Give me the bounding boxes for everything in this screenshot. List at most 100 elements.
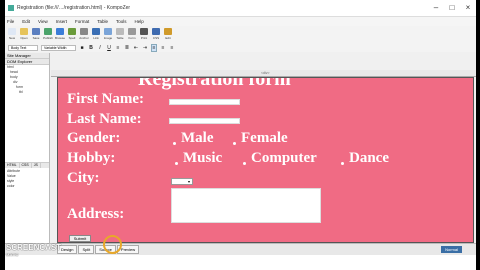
menu-insert[interactable]: Insert xyxy=(56,19,67,24)
open-icon xyxy=(20,28,28,35)
panel-tabs: HTML CSS JS xyxy=(5,162,49,168)
dom-tree: html head body div form tbl xyxy=(5,65,49,95)
first-name-input[interactable] xyxy=(169,99,240,105)
new-icon xyxy=(8,28,16,35)
align-center-button[interactable]: ≡ xyxy=(160,45,166,51)
toolbar-button-edit[interactable]: Edit xyxy=(162,26,174,44)
left-panel: Site Manager DOM Explorer html head body… xyxy=(5,53,50,243)
tab-js[interactable]: JS xyxy=(32,163,41,168)
toolbar-label: Anchor xyxy=(79,36,89,40)
publish-icon xyxy=(44,28,52,35)
view-tabs: Design Split Source Preview xyxy=(57,245,140,254)
indent-button[interactable]: ⇥ xyxy=(142,45,148,51)
editor-window: Registration (file:///…/registration.htm… xyxy=(5,0,476,270)
toolbar-label: CSS xyxy=(152,36,160,40)
female-radio[interactable] xyxy=(233,142,236,145)
toolbar-label: Form xyxy=(128,36,136,40)
app-icon xyxy=(8,5,14,11)
toolbar-button-open[interactable]: Open xyxy=(18,26,30,44)
menu-table[interactable]: Table xyxy=(97,19,108,24)
browse-icon xyxy=(56,28,64,35)
male-radio[interactable] xyxy=(173,142,176,145)
close-button[interactable]: × xyxy=(460,0,476,14)
outdent-button[interactable]: ⇤ xyxy=(133,45,139,51)
window-title: Registration (file:///…/registration.htm… xyxy=(17,5,131,11)
bottom-strip xyxy=(5,255,476,270)
maximize-button[interactable]: □ xyxy=(444,0,460,14)
chevron-down-icon: ▾ xyxy=(187,179,190,184)
attr-row: color xyxy=(7,184,15,188)
toolbar-button-browse[interactable]: Browse xyxy=(54,26,66,44)
number-list-button[interactable]: ≣ xyxy=(124,45,130,51)
toolbar-button-spell[interactable]: Spell xyxy=(66,26,78,44)
toolbar-label: Spell xyxy=(68,36,76,40)
toolbar-button-table[interactable]: Table xyxy=(114,26,126,44)
toolbar-label: Print xyxy=(140,36,148,40)
toolbar-label: Publish xyxy=(43,36,53,40)
underline-button[interactable]: U xyxy=(106,45,112,51)
toolbar-button-link[interactable]: Link xyxy=(90,26,102,44)
menu-bar: File Edit View Insert Format Table Tools… xyxy=(5,17,476,26)
form-icon xyxy=(128,28,136,35)
submit-button[interactable]: Submit xyxy=(69,235,91,242)
tab-css[interactable]: CSS xyxy=(20,163,32,168)
last-name-input[interactable] xyxy=(169,118,240,124)
bold-button[interactable]: B xyxy=(88,45,94,51)
right-black-bar xyxy=(476,0,480,270)
toolbar-label: Save xyxy=(32,36,40,40)
design-canvas[interactable]: Registration form First Name: Last Name:… xyxy=(57,77,474,243)
music-checkbox[interactable] xyxy=(175,162,178,165)
toolbar-button-anchor[interactable]: Anchor xyxy=(78,26,90,44)
menu-format[interactable]: Format xyxy=(75,19,89,24)
css-icon xyxy=(152,28,160,35)
tab-split[interactable]: Split xyxy=(78,245,95,254)
address-textarea[interactable] xyxy=(171,188,321,223)
paragraph-style-select[interactable]: Body Text xyxy=(8,45,38,51)
toolbar-button-print[interactable]: Print xyxy=(138,26,150,44)
hobby-label: Hobby: xyxy=(67,150,116,166)
dance-label: Dance xyxy=(349,150,389,166)
print-icon xyxy=(140,28,148,35)
first-name-label: First Name: xyxy=(67,91,145,107)
menu-edit[interactable]: Edit xyxy=(22,19,30,24)
toolbar-label: Browse xyxy=(54,36,65,40)
computer-checkbox[interactable] xyxy=(243,162,246,165)
edit-icon xyxy=(164,28,172,35)
spell-icon xyxy=(68,28,76,35)
toolbar-button-image[interactable]: Image xyxy=(102,26,114,44)
tree-item-tbl[interactable]: tbl xyxy=(7,90,49,95)
align-right-button[interactable]: ≡ xyxy=(169,45,175,51)
computer-label: Computer xyxy=(251,150,317,166)
dance-checkbox[interactable] xyxy=(341,162,344,165)
cursor-highlight xyxy=(103,235,122,254)
align-left-button[interactable]: ≡ xyxy=(151,44,157,52)
minimize-button[interactable]: – xyxy=(428,0,444,14)
menu-file[interactable]: File xyxy=(7,19,14,24)
last-name-label: Last Name: xyxy=(67,111,142,127)
toolbar-button-publish[interactable]: Publish xyxy=(42,26,54,44)
toolbar-label: Image xyxy=(103,36,113,40)
female-label: Female xyxy=(241,130,288,146)
toolbar-button-css[interactable]: CSS xyxy=(150,26,162,44)
form-heading: Registration form xyxy=(138,77,291,90)
menu-help[interactable]: Help xyxy=(135,19,144,24)
bullet-list-button[interactable]: ≡ xyxy=(115,45,121,51)
toolbar-button-save[interactable]: Save xyxy=(30,26,42,44)
tab-html[interactable]: HTML xyxy=(5,163,20,168)
status-bar: Design Split Source Preview Normal xyxy=(5,243,476,255)
font-select[interactable]: Variable Width xyxy=(41,45,76,51)
toolbar-button-new[interactable]: New xyxy=(6,26,18,44)
music-label: Music xyxy=(183,150,223,166)
screencast-watermark: SCREENCAST MATIC xyxy=(6,244,61,258)
city-label: City: xyxy=(67,170,100,186)
menu-view[interactable]: View xyxy=(38,19,48,24)
toolbar-label: Table xyxy=(116,36,124,40)
zoom-status[interactable]: Normal xyxy=(441,246,462,253)
city-select[interactable]: ▾ xyxy=(171,178,193,185)
text-color-button[interactable]: ■ xyxy=(79,45,85,51)
menu-tools[interactable]: Tools xyxy=(116,19,127,24)
toolbar-button-form[interactable]: Form xyxy=(126,26,138,44)
toolbar-label: Edit xyxy=(165,36,171,40)
link-icon xyxy=(92,28,100,35)
italic-button[interactable]: I xyxy=(97,45,103,51)
